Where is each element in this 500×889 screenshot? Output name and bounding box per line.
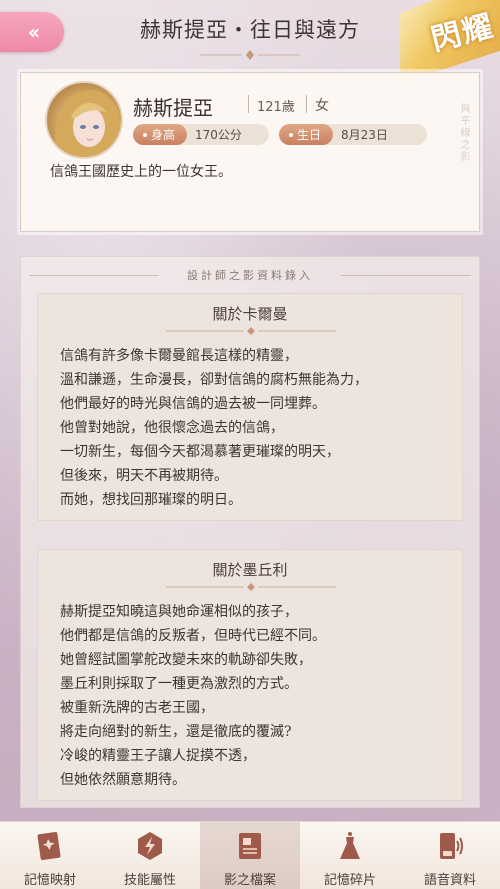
profile-card: 赫斯提亞 121歲 女 身高 170公分 生日 8月23日 信鴿王國歷史上的一位… (20, 72, 480, 232)
record-line: 他曾對她說，他很懷念過去的信鴿， (60, 420, 284, 436)
record-line: 信鴿有許多像卡爾曼館長這樣的精靈， (60, 348, 298, 364)
record-line: 但後來，明天不再被期待。 (60, 468, 228, 484)
nav-label: 記憶碎片 (323, 873, 376, 888)
card-ornament (166, 583, 336, 591)
phone-icon (440, 833, 463, 859)
nav-label: 影之檔案 (223, 873, 276, 888)
nav-label: 記憶映射 (23, 873, 76, 888)
record-line: 溫和謙遜，生命漫長，卻對信鴿的腐朽無能為力， (60, 372, 368, 388)
nav-item-memory-mapping[interactable]: 記憶映射 (0, 822, 100, 889)
watermark-text: 與平線之影 (458, 103, 469, 163)
character-name: 赫斯提亞 (133, 96, 213, 120)
height-value: 170公分 (195, 128, 242, 142)
divider (248, 95, 249, 113)
height-pill: 身高 170公分 (133, 124, 269, 145)
record-line: 她曾經試圖掌舵改變未來的軌跡卻失敗， (60, 652, 312, 668)
record-line: 赫斯提亞知曉這與她命運相似的孩子， (60, 604, 298, 620)
birthday-value: 8月23日 (341, 128, 388, 142)
lightning-icon (138, 832, 162, 860)
card-ornament (166, 327, 336, 335)
avatar (45, 81, 123, 159)
header: ‹‹ 赫斯提亞・往日與遠方 閃耀 (0, 0, 500, 62)
record-line: 一切新生，每個今天都渴慕著更璀璨的明天， (60, 444, 340, 460)
birthday-label: 生日 (297, 128, 322, 142)
character-gender: 女 (315, 98, 329, 114)
bottom-nav: 記憶映射 技能屬性 影之檔案 記憶碎片 語音資料 (0, 821, 500, 889)
nav-label: 技能屬性 (123, 873, 176, 888)
record-card-karman: 關於卡爾曼 信鴿有許多像卡爾曼館長這樣的精靈， 溫和謙遜，生命漫長，卻對信鴿的腐… (37, 293, 463, 521)
dot-icon (143, 132, 147, 137)
record-line: 被重新洗牌的古老王國， (60, 700, 214, 716)
record-line: 他們都是信鴿的反叛者，但時代已經不同。 (60, 628, 326, 644)
record-line: 但她依然願意期待。 (60, 772, 186, 788)
record-card-title: 關於卡爾曼 (212, 305, 288, 323)
record-line: 將走向絕對的新生，還是徹底的覆滅? (60, 724, 292, 740)
dress-icon (340, 832, 360, 859)
nav-label: 語音資料 (423, 873, 476, 888)
record-card-body: 信鴿有許多像卡爾曼館長這樣的精靈， 溫和謙遜，生命漫長，卻對信鴿的腐朽無能為力，… (60, 344, 452, 512)
nav-item-shadow-files[interactable]: 影之檔案 (200, 822, 300, 889)
divider (306, 95, 307, 113)
nav-item-voice-data[interactable]: 語音資料 (400, 822, 500, 889)
record-card-body: 赫斯提亞知曉這與她命運相似的孩子， 他們都是信鴿的反叛者，但時代已經不同。 她曾… (60, 600, 452, 792)
nav-item-skills[interactable]: 技能屬性 (100, 822, 200, 889)
record-line: 他們最好的時光與信鴿的過去被一同埋葬。 (60, 396, 326, 412)
file-icon (239, 833, 261, 859)
dot-icon (289, 132, 293, 137)
card-icon (37, 831, 61, 861)
record-card-title: 關於墨丘利 (212, 561, 288, 579)
nav-item-memory-fragments[interactable]: 記憶碎片 (300, 822, 400, 889)
record-line: 墨丘利則採取了一種更為激烈的方式。 (60, 676, 298, 692)
character-age: 121歲 (257, 100, 295, 115)
height-label: 身高 (151, 128, 176, 142)
records-panel: 設計師之影資料錄入 關於卡爾曼 信鴿有許多像卡爾曼館長這樣的精靈， 溫和謙遜，生… (20, 256, 480, 808)
record-line: 冷峻的精靈王子讓人捉摸不透， (60, 748, 256, 764)
birthday-pill: 生日 8月23日 (279, 124, 427, 145)
character-description: 信鴿王國歷史上的一位女王。 (50, 164, 232, 180)
record-line: 而她，想找回那璀璨的明日。 (60, 492, 242, 508)
avatar-portrait (54, 90, 121, 157)
title-ornament (200, 50, 300, 60)
records-heading: 設計師之影資料錄入 (21, 267, 479, 283)
record-card-mercury: 關於墨丘利 赫斯提亞知曉這與她命運相似的孩子， 他們都是信鴿的反叛者，但時代已經… (37, 549, 463, 801)
